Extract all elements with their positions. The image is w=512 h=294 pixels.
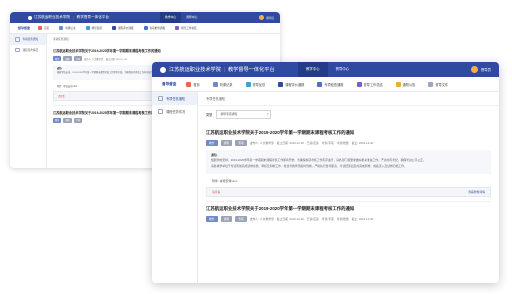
tag: 教务 [206,140,218,146]
toolbar-home[interactable]: 首页 [186,81,200,87]
toolbar-home[interactable]: 首页 [38,26,49,30]
toolbar-report[interactable]: 课程评价通报 [111,26,134,30]
detail-link[interactable]: 查看附件详情 [468,190,485,194]
nav-supervision-center[interactable]: 督导中心 [181,12,202,23]
toolbar-title: 督导督查 [18,26,31,30]
toolbar-feedback[interactable]: 督导反馈 [85,26,102,30]
tag: 通知 [63,56,72,61]
nav-supervision-center[interactable]: 督导中心 [328,62,358,77]
sidebar-item-special-notice[interactable]: 专项任务通知 [10,34,46,45]
header-nav: 教学中心 督导中心 [298,62,357,77]
list-icon [158,96,163,101]
user-menu[interactable]: 督导员 [259,15,274,20]
report-icon [278,81,284,87]
notice-card[interactable]: 江苏航运职业技术学院关于2019-2020学年第一学期期末课程考核工作的通知 教… [198,123,499,226]
list-icon [158,109,163,114]
toolbar-bell[interactable]: 通知公告 [395,81,415,87]
summary-icon [175,26,180,30]
toolbar-files[interactable]: 督导文件 [428,81,448,87]
notice-meta: 教务 通知 专项 发布人: 人文教学部 截止日期: 2019-12-30 已读/… [206,140,491,146]
system-name: 教学督导一体化平台 [76,15,110,19]
record-icon [59,26,64,30]
bell-icon [395,81,401,87]
toolbar: 督导督查 首页 听课记录 督导反馈 课程评价通报 专项检查通报 督导工作总结 通… [152,77,499,92]
notice-meta: 教务 通知 专项 发布人: 人文教学部 截止日期: 2019-12-30 [53,56,274,61]
sidebar-item-special-notice[interactable]: 专项任务通知 [152,92,197,105]
school-name: 江苏航运职业技术学院 [169,67,221,73]
header-bar: 江苏航运职业技术学院 | 教学督导一体化平台 教学中心 督导中心 督导员 [152,62,499,77]
filter-label: 类型 [206,113,213,117]
foreground-window: 江苏航运职业技术学院 | 教学督导一体化平台 教学中心 督导中心 督导员 督导督… [152,62,499,283]
main-content: 专项任务通知 类型 督导专项通知 ▾ 江苏航运职业技术学院关于2019-2020… [198,92,499,283]
home-icon [186,81,192,87]
school-logo: 江苏航运职业技术学院 | 教学督导一体化平台 [28,15,109,20]
list-icon [15,47,20,52]
sidebar-item-course-tasks[interactable]: 课程任务情况 [10,45,46,56]
toolbar-title: 督导督查 [162,81,177,86]
check-icon [143,26,148,30]
toolbar: 督导督查 首页 听课记录 督导反馈 课程评价通报 专项检查通报 督导工作总结 [10,23,280,34]
emblem-icon [160,66,166,73]
feedback-icon [85,26,90,30]
attachment-link[interactable]: 附件: 考核安排.doc [206,179,491,183]
feedback-icon [245,81,251,87]
chevron-down-icon: ▾ [266,112,269,116]
toolbar-feedback[interactable]: 督导反馈 [245,81,265,87]
view-link[interactable]: 请查看 [212,190,220,194]
user-menu[interactable]: 督导员 [470,66,491,73]
tag: 专项 [235,140,247,146]
report-icon [111,26,116,30]
summary-icon [356,81,362,87]
notice-title[interactable]: 江苏航运职业技术学院关于2019-2020学年第一学期期末课程考核工作的通知 [53,48,274,53]
notice-body: 通知: 根据学校安排，2019-2020学年第一学期期末课程考核工作即将开始，为… [206,150,491,174]
school-logo: 江苏航运职业技术学院 | 教学督导一体化平台 [160,66,275,73]
toolbar-summary[interactable]: 督导工作总结 [356,81,383,87]
list-icon [15,37,20,42]
type-select[interactable]: 督导专项通知 ▾ [216,110,272,119]
nav-teaching-center[interactable]: 教学中心 [160,12,182,23]
message-bar: 请查看 查看附件详情 [206,186,491,197]
toolbar-record[interactable]: 听课记录 [59,26,76,30]
toolbar-report[interactable]: 课程评价通报 [278,81,304,87]
tag: 教务 [53,56,62,61]
sidebar: 专项任务通知 课程任务情况 [10,34,47,168]
nav-teaching-center[interactable]: 教学中心 [298,62,328,77]
header-nav: 教学中心 督导中心 [160,12,202,23]
toolbar-check[interactable]: 专项检查通报 [317,81,344,87]
file-icon [428,81,434,87]
user-name: 督导员 [266,16,274,20]
system-name: 教学督导一体化平台 [227,67,275,73]
notice-title[interactable]: 江苏航运职业技术学院关于2019-2020学年第一学期期末课程考核工作的通知 [206,130,491,136]
tag: 通知 [220,140,233,146]
avatar [470,66,478,73]
header-bar: 江苏航运职业技术学院 | 教学督导一体化平台 教学中心 督导中心 督导员 [10,12,280,23]
user-name: 督导员 [480,68,491,72]
toolbar-summary[interactable]: 督导工作总结 [175,26,197,30]
breadcrumb: 专项任务通知 [198,92,499,106]
sidebar-item-course-tasks[interactable]: 课程任务情况 [152,105,197,118]
check-icon [317,81,323,87]
sidebar: 专项任务通知 课程任务情况 [152,92,198,283]
notice-meta: 教务 通知 专项 发布人: 人文教学部 截止日期: 2019-12-30 已读/… [206,215,491,222]
notice-title[interactable]: 江苏航运职业技术学院关于2019-2020学年第一学期期末课程考核工作的通知 [206,206,491,212]
toolbar-record[interactable]: 听课记录 [212,81,233,87]
emblem-icon [28,15,32,20]
breadcrumb: 专项任务通知 [53,38,69,41]
avatar [259,15,265,20]
type-filter: 类型 督导专项通知 ▾ [198,106,499,123]
school-name: 江苏航运职业技术学院 [34,15,70,19]
tag: 专项 [73,56,83,61]
toolbar-check[interactable]: 专项检查通报 [143,26,165,30]
record-icon [212,81,218,87]
home-icon [38,26,43,30]
